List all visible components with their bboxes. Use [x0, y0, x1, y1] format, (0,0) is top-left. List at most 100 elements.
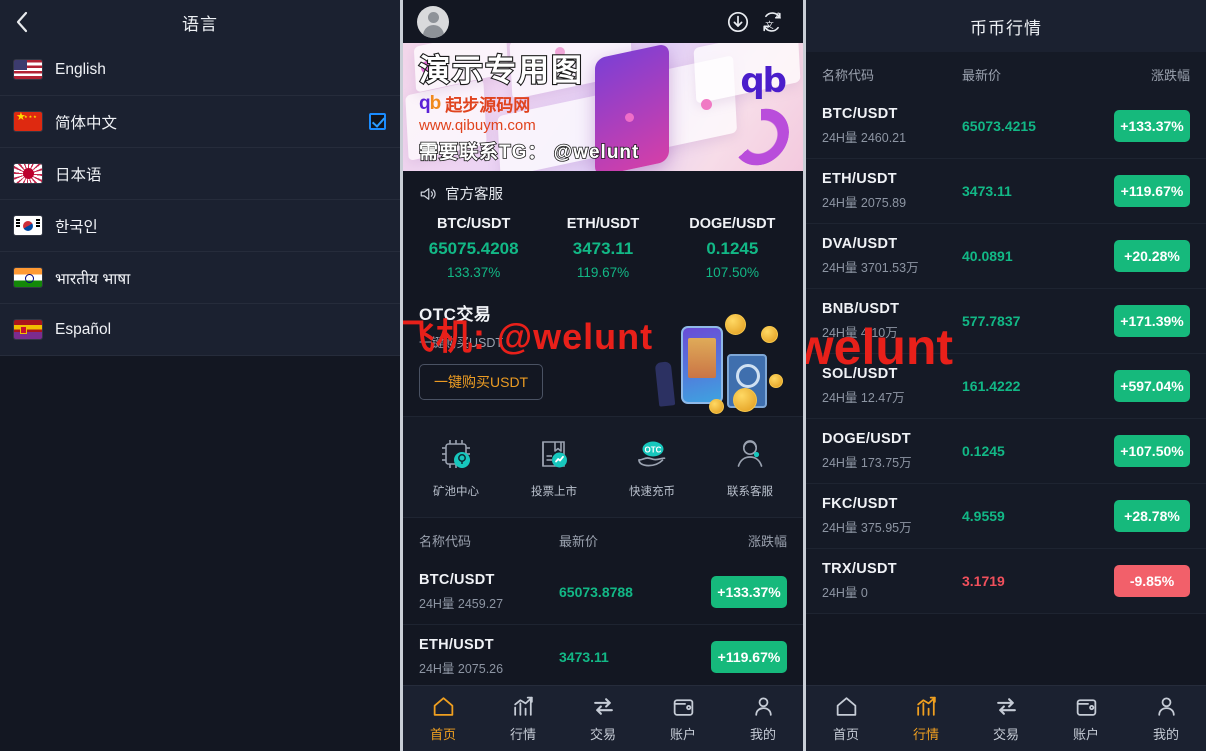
tab-markets[interactable]: 行情: [886, 694, 966, 744]
market-change-badge: +133.37%: [1114, 110, 1190, 142]
table-row[interactable]: DVA/USDT 24H量 3701.53万 40.0891 +20.28%: [806, 224, 1206, 289]
market-volume: 24H量 375.95万: [822, 521, 912, 535]
market-price: 65073.4215: [962, 118, 1036, 134]
screenshot-stage: 语言 English 简体中文 日本语 한국인: [0, 0, 1206, 751]
ticker-strip: BTC/USDT 65075.4208 133.37% ETH/USDT 347…: [403, 206, 803, 296]
tab-markets[interactable]: 行情: [483, 694, 563, 744]
swap-icon: [593, 697, 613, 715]
ticker-doge[interactable]: DOGE/USDT 0.1245 107.50%: [668, 216, 797, 280]
tab-account[interactable]: 账户: [643, 694, 723, 744]
tab-profile[interactable]: 我的: [723, 694, 803, 744]
watermark-site: qb 起步源码网: [419, 91, 803, 116]
language-panel: 语言 English 简体中文 日本语 한국인: [0, 0, 400, 751]
tab-home[interactable]: 首页: [806, 694, 886, 744]
table-row[interactable]: ETH/USDT 24H量 2075.89 3473.11 +119.67%: [806, 159, 1206, 224]
market-change-badge: -9.85%: [1114, 565, 1190, 597]
table-row[interactable]: BTC/USDT 24H量 2460.21 65073.4215 +133.37…: [806, 94, 1206, 159]
svg-text:OTC: OTC: [645, 445, 662, 454]
language-item-japanese[interactable]: 日本语: [0, 148, 400, 200]
ticker-symbol: ETH/USDT: [566, 216, 640, 232]
market-name-cell: BTC/USDT 24H量 2460.21: [822, 106, 962, 146]
table-row[interactable]: BNB/USDT 24H量 4.10万 577.7837 +171.39%: [806, 289, 1206, 354]
tab-label: 账户: [1072, 726, 1099, 742]
table-row[interactable]: FKC/USDT 24H量 375.95万 4.9559 +28.78%: [806, 484, 1206, 549]
market-volume: 24H量 0: [822, 586, 868, 600]
market-symbol: TRX/USDT: [822, 561, 897, 577]
markets-header: 币币行情: [806, 0, 1206, 52]
quick-entry-contact-support[interactable]: 联系客服: [701, 433, 799, 499]
market-price: 4.9559: [962, 508, 1005, 524]
market-symbol: BTC/USDT: [822, 106, 898, 122]
language-item-simplified-chinese[interactable]: 简体中文: [0, 96, 400, 148]
avatar[interactable]: [417, 5, 449, 38]
page-title: 语言: [182, 14, 218, 34]
table-row[interactable]: SOL/USDT 24H量 12.47万 161.4222 +597.04%: [806, 354, 1206, 419]
tab-account[interactable]: 账户: [1046, 694, 1126, 744]
table-row[interactable]: TRX/USDT 24H量 0 3.1719 -9.85%: [806, 549, 1206, 614]
ticker-change: 133.37%: [447, 265, 501, 280]
markets-body: 名称代码 最新价 涨跌幅 BTC/USDT 24H量 2460.21 65073…: [806, 52, 1206, 614]
quick-entry-label: 矿池中心: [433, 486, 479, 498]
column-header-name: 名称代码: [822, 68, 875, 83]
market-price: 3.1719: [962, 573, 1005, 589]
market-price: 40.0891: [962, 248, 1013, 264]
market-volume: 24H量 3701.53万: [822, 261, 919, 275]
support-agent-icon: [737, 440, 763, 467]
tab-home[interactable]: 首页: [403, 694, 483, 744]
quick-entry-label: 投票上市: [531, 486, 577, 498]
column-header-change: 涨跌幅: [1150, 68, 1190, 83]
language-checkbox[interactable]: [369, 113, 386, 130]
quick-entry-icon-wrap: [701, 433, 799, 475]
quick-entry-vote-listing[interactable]: 投票上市: [505, 433, 603, 499]
tab-trade[interactable]: 交易: [966, 694, 1046, 744]
language-item-english[interactable]: English: [0, 44, 400, 96]
buy-usdt-button[interactable]: 一键购买USDT: [419, 364, 544, 400]
language-label: 简体中文: [55, 114, 118, 132]
tab-profile[interactable]: 我的: [1126, 694, 1206, 744]
market-change-badge: +597.04%: [1114, 370, 1190, 402]
language-item-hindi[interactable]: भारतीय भाषा: [0, 252, 400, 304]
market-table-header: 名称代码 最新价 涨跌幅: [403, 518, 803, 560]
ticker-symbol: DOGE/USDT: [689, 216, 776, 232]
ticker-symbol: BTC/USDT: [437, 216, 511, 232]
table-row[interactable]: DOGE/USDT 24H量 173.75万 0.1245 +107.50%: [806, 419, 1206, 484]
market-symbol: ETH/USDT: [419, 637, 494, 653]
language-switch-button[interactable]: A 文: [755, 5, 789, 39]
language-list: English 简体中文 日本语 한국인 भारतीय भाषा: [0, 44, 400, 356]
market-volume: 24H量 4.10万: [822, 326, 898, 340]
language-label: Español: [55, 320, 112, 338]
back-button[interactable]: [0, 0, 44, 44]
table-row[interactable]: ETH/USDT 24H量 2075.26 3473.11 +119.67%: [403, 625, 803, 690]
promo-banner[interactable]: qb 演示专用图 qb 起步源码网 www.qibuym.com 需要联系TG：…: [403, 43, 803, 171]
market-volume: 24H量 2075.26: [419, 662, 504, 676]
home-panel: A 文 qb 演示专用图 qb 起步源码网 www.qibuym.com 需要联…: [403, 0, 803, 751]
market-name-cell: SOL/USDT 24H量 12.47万: [822, 366, 962, 406]
ticker-btc[interactable]: BTC/USDT 65075.4208 133.37%: [409, 216, 538, 280]
market-symbol: FKC/USDT: [822, 496, 898, 512]
wallet-icon: [1076, 698, 1096, 716]
table-row[interactable]: BTC/USDT 24H量 2459.27 65073.8788 +133.37…: [403, 560, 803, 625]
market-change-badge: +107.50%: [1114, 435, 1190, 467]
ticker-eth[interactable]: ETH/USDT 3473.11 119.67%: [538, 216, 667, 280]
notice-bar[interactable]: 官方客服: [403, 171, 803, 206]
language-label: 日本语: [55, 166, 102, 184]
quick-entry-fast-deposit[interactable]: OTC 快速充币: [603, 433, 701, 499]
market-price: 3473.11: [962, 183, 1012, 199]
market-change-badge: +171.39%: [1114, 305, 1190, 337]
market-price: 0.1245: [962, 443, 1005, 459]
tab-label: 行情: [912, 726, 939, 742]
chart-icon: [513, 696, 533, 716]
download-button[interactable]: [721, 5, 755, 39]
market-symbol: SOL/USDT: [822, 366, 898, 382]
language-item-spanish[interactable]: Español: [0, 304, 400, 356]
quick-entry-grid: 矿池中心 投票上市 OTC 快速充币 联系客服: [403, 416, 803, 518]
market-volume: 24H量 2460.21: [822, 131, 907, 145]
tab-trade[interactable]: 交易: [563, 694, 643, 744]
watermark-brand-text: 起步源码网: [445, 96, 531, 115]
quick-entry-mining-pool[interactable]: 矿池中心: [407, 433, 505, 499]
market-name-cell: TRX/USDT 24H量 0: [822, 561, 962, 601]
market-name-cell: ETH/USDT 24H量 2075.89: [822, 171, 962, 211]
language-item-korean[interactable]: 한국인: [0, 200, 400, 252]
bottom-tabbar: 首页 行情 交易 账户 我的: [806, 685, 1206, 751]
flag-kr-icon: [14, 216, 42, 235]
